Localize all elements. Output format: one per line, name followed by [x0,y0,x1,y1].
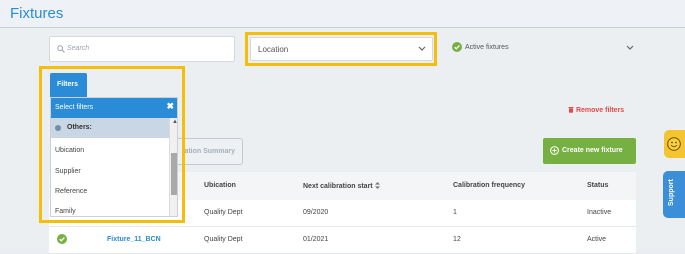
dropdown-group-label: Others: [67,124,92,131]
support-tab[interactable]: Support [663,171,685,218]
trash-icon [568,107,574,113]
row-next-calibration: 01/2021 [303,236,329,243]
check-circle-icon [452,42,462,52]
dropdown-item[interactable]: Reference [55,188,87,195]
close-icon[interactable]: ✖ [166,101,174,112]
active-fixtures-filter[interactable]: Active fixtures [452,42,642,56]
column-next-calibration[interactable]: Next calibration start [303,182,380,190]
table-row[interactable]: Fixture_11_BCN Quality Dept 01/2021 12 A… [49,227,636,254]
sort-icon[interactable] [374,182,380,189]
row-status: Inactive [587,209,612,216]
location-select[interactable]: Location [250,37,433,61]
scroll-up-icon[interactable]: ▲ [172,119,177,125]
chevron-down-icon [418,46,426,51]
scrollbar-thumb[interactable] [171,153,177,195]
dropdown-header: Select filters ✖ [51,98,177,118]
row-ubication: Quality Dept [204,236,243,243]
dropdown-item[interactable]: Ubication [55,147,84,154]
search-placeholder: Search [67,45,90,52]
row-frequency: 12 [453,236,461,243]
filters-tab-label: Filters [57,81,79,88]
smiley-icon [667,137,681,151]
app-header: Fixtures [0,0,685,28]
column-next-calibration-label: Next calibration start [303,183,373,190]
remove-filters-link[interactable]: Remove filters [568,106,624,114]
check-circle-icon [57,234,67,244]
row-status: Active [587,236,607,243]
column-ubication[interactable]: Ubication [204,182,236,189]
column-calibration-frequency[interactable]: Calibration frequency [453,182,525,189]
column-status[interactable]: Status [587,182,608,189]
remove-filters-label: Remove filters [575,107,625,114]
chevron-down-icon[interactable] [626,43,634,53]
search-input[interactable]: Search [49,36,235,62]
support-tab-label: Support [668,179,675,206]
dropdown-scrollbar[interactable]: ▲ [169,118,177,216]
active-fixtures-label: Active fixtures [465,44,509,51]
dropdown-group-others: Others: [51,118,169,138]
search-icon [57,45,65,53]
row-ubication: Quality Dept [204,209,243,216]
row-frequency: 1 [453,209,457,216]
filters-dropdown: Select filters ✖ Others: Ubication Suppl… [50,97,178,217]
create-fixture-label: Create new fixture [562,147,623,154]
row-next-calibration: 09/2020 [303,209,329,216]
fixture-name-link[interactable]: Fixture_11_BCN [107,236,161,243]
group-dot-icon [55,125,61,131]
plus-circle-icon [550,146,559,155]
page-title: Fixtures [10,5,64,22]
feedback-tab[interactable] [664,130,685,158]
dropdown-item[interactable]: Family [55,208,76,215]
location-select-value: Location [258,45,289,54]
dropdown-header-label: Select filters [55,104,94,111]
create-fixture-button[interactable]: Create new fixture [543,138,636,164]
calibration-summary-label: ration Summary [181,148,235,155]
filters-tab[interactable]: Filters [50,73,87,97]
dropdown-item[interactable]: Supplier [55,168,81,175]
